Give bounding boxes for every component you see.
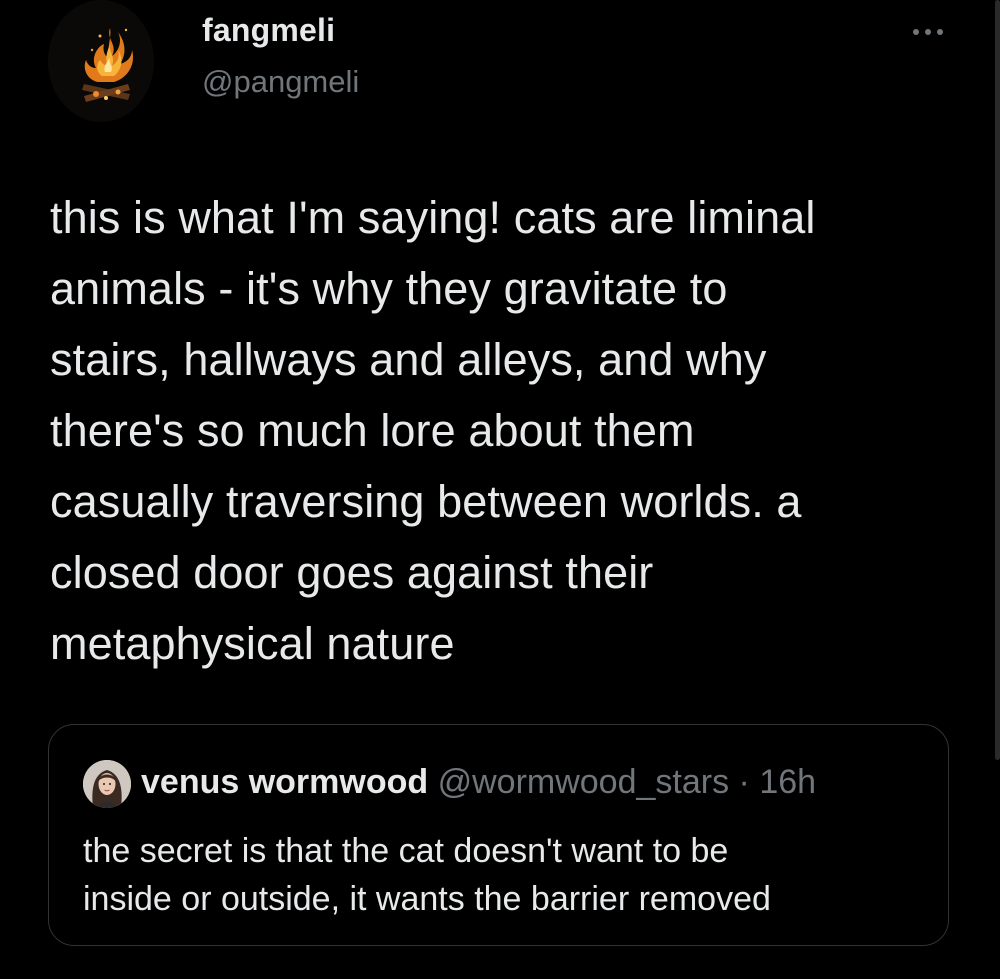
quoted-tweet-timestamp[interactable]: 16h bbox=[759, 763, 816, 801]
author-handle[interactable]: @pangmeli bbox=[202, 64, 359, 100]
quoted-author-display-name[interactable]: venus wormwood bbox=[141, 763, 428, 801]
more-options-button[interactable] bbox=[904, 14, 952, 50]
header-separator: · bbox=[738, 763, 750, 801]
quoted-tweet-header: venus wormwood @wormwood_stars · 16h bbox=[141, 763, 816, 802]
tweet: fangmeli @pangmeli this is what I'm sayi… bbox=[0, 0, 1000, 979]
portrait-avatar-icon bbox=[83, 760, 131, 808]
quoted-author-handle[interactable]: @wormwood_stars bbox=[438, 763, 730, 801]
more-options-icon bbox=[913, 29, 943, 35]
tweet-body-text: this is what I'm saying! cats are limina… bbox=[50, 192, 816, 669]
author-display-name[interactable]: fangmeli bbox=[202, 12, 335, 49]
quoted-author-avatar[interactable] bbox=[83, 760, 131, 808]
quoted-tweet-text: the secret is that the cat doesn't want … bbox=[83, 832, 771, 918]
author-avatar[interactable] bbox=[48, 0, 154, 122]
quoted-tweet-card[interactable]: venus wormwood @wormwood_stars · 16h the… bbox=[48, 724, 949, 946]
scrollbar[interactable] bbox=[995, 0, 1000, 760]
campfire-icon bbox=[48, 0, 154, 122]
